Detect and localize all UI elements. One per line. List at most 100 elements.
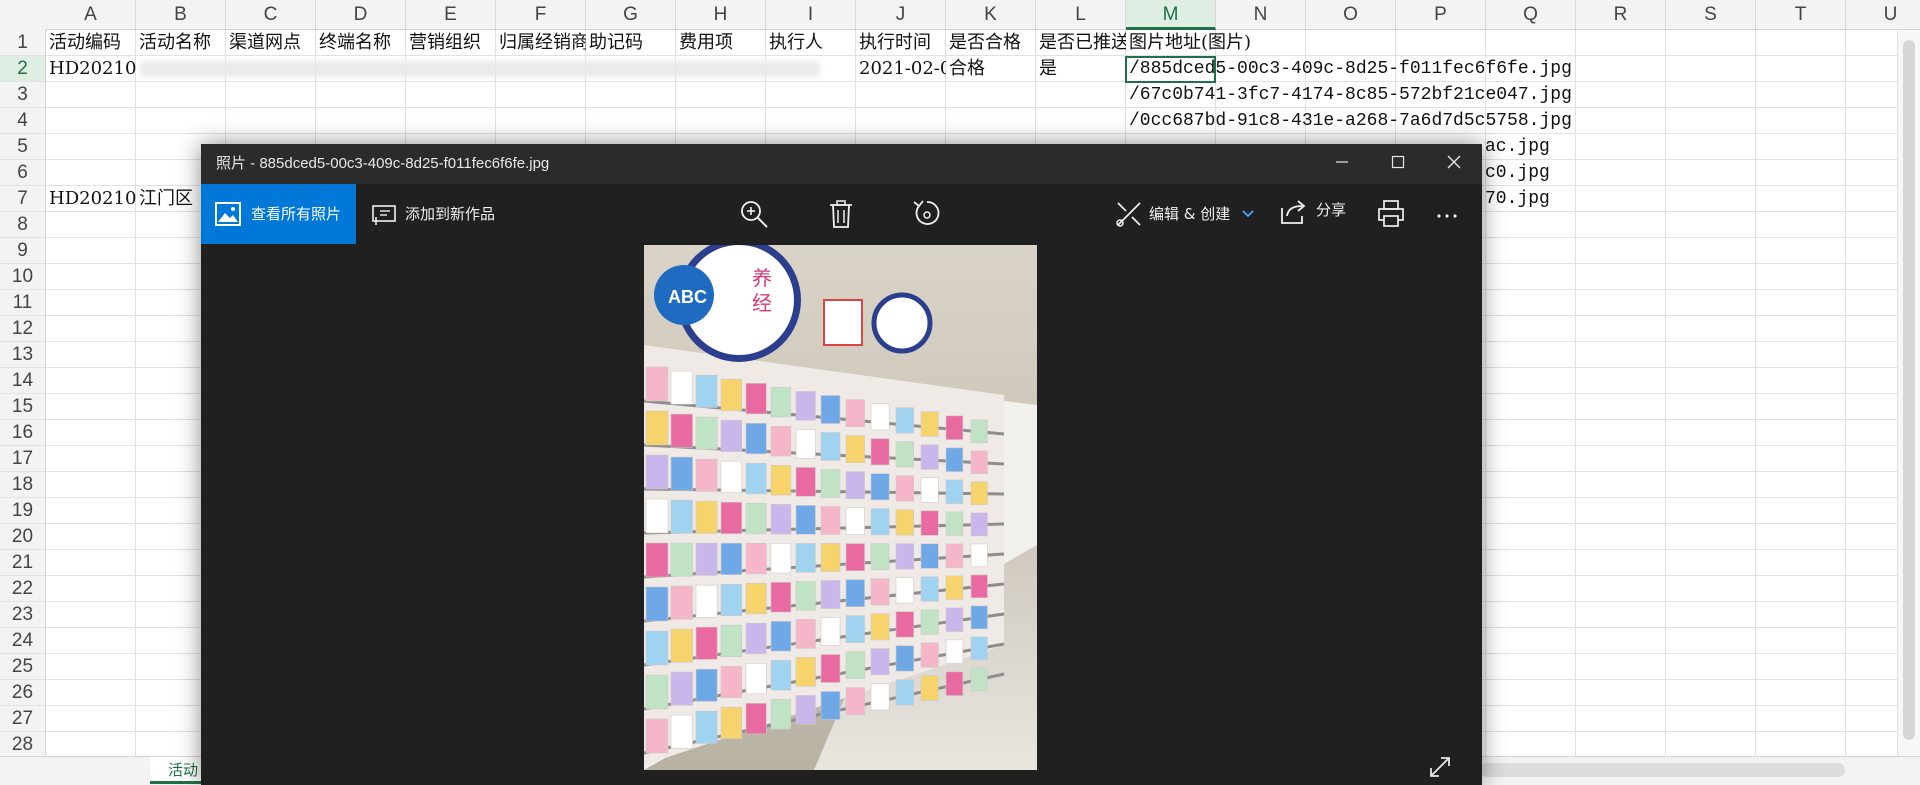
row-header-19[interactable]: 19 [0,498,46,524]
cell-M5-tail[interactable]: ac.jpg [1482,134,1550,160]
product-pack [645,498,669,534]
column-header-O[interactable]: O [1306,0,1396,30]
row-header-26[interactable]: 26 [0,680,46,706]
header-cell-B[interactable]: 活动名称 [136,30,226,56]
product-pack [945,479,964,504]
column-header-E[interactable]: E [406,0,496,30]
cell-M4[interactable]: /0cc687bd-91c8-431e-a268-7a6d7d5c5758.jp… [1126,108,1572,134]
vertical-scroll-thumb[interactable] [1903,40,1915,740]
header-cell-H[interactable]: 费用项 [676,30,766,56]
column-header-I[interactable]: I [766,0,856,30]
rotate-button[interactable] [911,184,947,244]
row-header-10[interactable]: 10 [0,264,46,290]
cell-M6-tail[interactable]: c0.jpg [1482,160,1550,186]
row-header-28[interactable]: 28 [0,732,46,758]
column-header-A[interactable]: A [46,0,136,30]
column-header-G[interactable]: G [586,0,676,30]
row-header-17[interactable]: 17 [0,446,46,472]
column-header-S[interactable]: S [1666,0,1756,30]
column-header-L[interactable]: L [1036,0,1126,30]
row-header-14[interactable]: 14 [0,368,46,394]
header-cell-E[interactable]: 营销组织 [406,30,496,56]
row-header-8[interactable]: 8 [0,212,46,238]
header-cell-K[interactable]: 是否合格 [946,30,1036,56]
column-header-F[interactable]: F [496,0,586,30]
cell-L2[interactable]: 是 [1036,56,1126,82]
row-header-15[interactable]: 15 [0,394,46,420]
row-header-25[interactable]: 25 [0,654,46,680]
row-header-13[interactable]: 13 [0,342,46,368]
header-cell-A[interactable]: 活动编码 [46,30,136,56]
row-header-2[interactable]: 2 [0,56,46,82]
column-header-R[interactable]: R [1576,0,1666,30]
column-header-B[interactable]: B [136,0,226,30]
cell-J2[interactable]: 2021-02-0 [856,56,946,82]
cell-A7[interactable]: HD2021011 [46,186,136,212]
row-header-5[interactable]: 5 [0,134,46,160]
cell-M3[interactable]: /67c0b741-3fc7-4174-8c85-572bf21ce047.jp… [1126,82,1572,108]
header-cell-F[interactable]: 归属经销商 [496,30,586,56]
header-cell-G[interactable]: 助记码 [586,30,676,56]
cell-K2[interactable]: 合格 [946,56,1036,82]
row-header-24[interactable]: 24 [0,628,46,654]
row-header-3[interactable]: 3 [0,82,46,108]
displayed-photo[interactable]: ABC 养 经 [644,245,1037,770]
column-header-U[interactable]: U [1846,0,1920,30]
row-header-1[interactable]: 1 [0,30,46,56]
row-header-6[interactable]: 6 [0,160,46,186]
column-header-N[interactable]: N [1216,0,1306,30]
header-cell-M[interactable]: 图片地址(图片) [1126,30,1306,56]
row-header-4[interactable]: 4 [0,108,46,134]
horizontal-scrollbar[interactable] [1480,763,1845,777]
row-header-20[interactable]: 20 [0,524,46,550]
product-pack [645,366,669,402]
column-header-K[interactable]: K [946,0,1036,30]
print-icon [1378,200,1404,227]
header-cell-L[interactable]: 是否已推送 [1036,30,1126,56]
edit-create-button[interactable]: 编辑 & 创建 [1113,184,1258,244]
header-cell-I[interactable]: 执行人 [766,30,856,56]
row-header-23[interactable]: 23 [0,602,46,628]
add-to-creation-button[interactable]: 添加到新作品 [367,184,507,244]
minimize-button[interactable] [1314,144,1370,184]
header-cell-C[interactable]: 渠道网点 [226,30,316,56]
column-header-J[interactable]: J [856,0,946,30]
row-header-9[interactable]: 9 [0,238,46,264]
column-header-C[interactable]: C [226,0,316,30]
view-all-photos-button[interactable]: 查看所有照片 [201,184,356,244]
product-pack [670,628,693,663]
column-header-P[interactable]: P [1396,0,1486,30]
column-header-H[interactable]: H [676,0,766,30]
more-options-button[interactable] [1431,184,1467,244]
column-header-M[interactable]: M [1126,0,1216,30]
vertical-scrollbar[interactable] [1897,30,1920,758]
cell-B7[interactable]: 江门区 [136,186,206,212]
header-cell-J[interactable]: 执行时间 [856,30,946,56]
row-header-7[interactable]: 7 [0,186,46,212]
print-button[interactable] [1375,184,1411,244]
row-header-22[interactable]: 22 [0,576,46,602]
title-bar[interactable]: 照片 - 885dced5-00c3-409c-8d25-f011fec6f6f… [201,144,1482,184]
cell-M7-tail[interactable]: 70.jpg [1482,186,1550,212]
product-pack [670,585,693,620]
row-header-21[interactable]: 21 [0,550,46,576]
row-header-12[interactable]: 12 [0,316,46,342]
select-all-corner[interactable] [0,0,47,31]
cell-A2[interactable]: HD202101 [46,56,136,82]
share-button[interactable]: 分享 [1278,184,1358,244]
row-header-16[interactable]: 16 [0,420,46,446]
row-header-18[interactable]: 18 [0,472,46,498]
delete-button[interactable] [825,184,861,244]
header-cell-D[interactable]: 终端名称 [316,30,406,56]
column-header-D[interactable]: D [316,0,406,30]
row-header-27[interactable]: 27 [0,706,46,732]
maximize-button[interactable] [1370,144,1426,184]
close-button[interactable] [1426,144,1482,184]
zoom-button[interactable] [738,184,774,244]
column-header-Q[interactable]: Q [1486,0,1576,30]
product-pack [945,447,964,472]
column-header-T[interactable]: T [1756,0,1846,30]
expand-icon[interactable] [1426,753,1454,781]
share-icon [1281,200,1306,224]
row-header-11[interactable]: 11 [0,290,46,316]
